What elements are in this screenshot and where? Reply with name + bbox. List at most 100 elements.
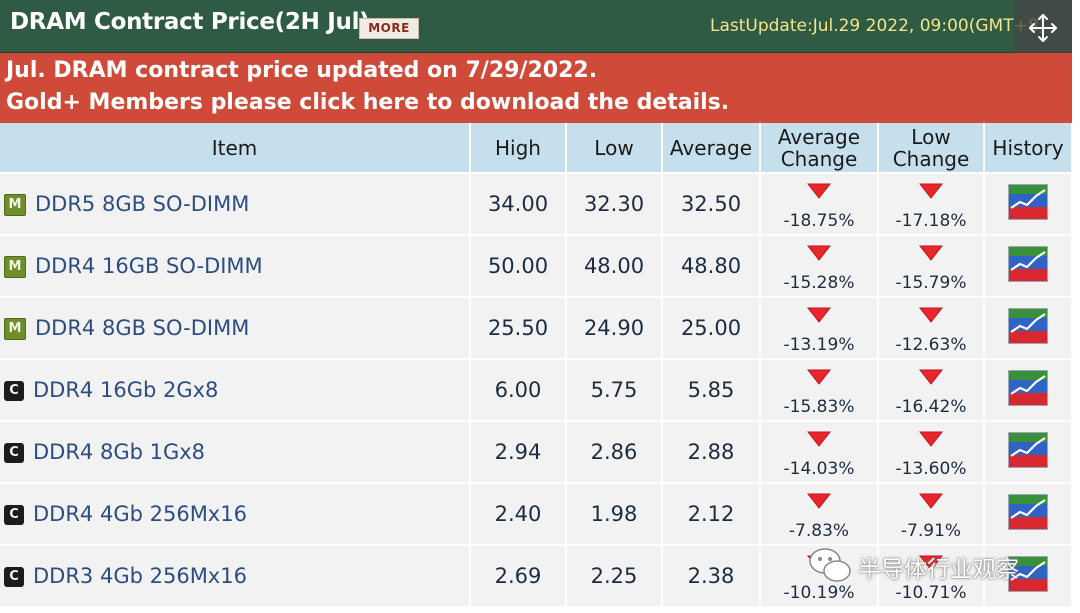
history-chart-icon[interactable] (1008, 183, 1048, 225)
average-change-value: -18.75% (783, 211, 855, 231)
move-arrows-icon (1029, 14, 1057, 42)
history-chart-icon[interactable] (1008, 493, 1048, 535)
down-arrow-icon (918, 490, 944, 514)
high-cell: 34.00 (470, 172, 567, 235)
item-link[interactable]: M DDR5 8GB SO-DIMM (0, 172, 471, 235)
col-header-low: Low (566, 123, 663, 173)
down-arrow-icon (806, 428, 832, 452)
chip-icon: C (4, 381, 24, 401)
module-icon: M (4, 318, 26, 340)
move-handle[interactable] (1014, 0, 1072, 56)
low-change-value: -17.18% (895, 211, 967, 231)
average-cell: 5.85 (662, 358, 761, 421)
history-cell (984, 482, 1073, 545)
item-link[interactable]: M DDR4 8GB SO-DIMM (0, 296, 471, 359)
more-button[interactable]: MORE (359, 18, 419, 39)
average-cell: 2.12 (662, 482, 761, 545)
history-chart-icon[interactable] (1008, 369, 1048, 411)
low-change-cell: -17.18% (878, 172, 985, 235)
low-cell: 32.30 (566, 172, 663, 235)
update-banner-link[interactable]: Jul. DRAM contract price updated on 7/29… (0, 53, 1072, 123)
col-header-low-change: Low Change (878, 123, 985, 173)
item-link[interactable]: C DDR3 4Gb 256Mx16 (0, 544, 471, 606)
average-change-cell: -13.19% (760, 296, 879, 359)
item-name: DDR3 4Gb 256Mx16 (33, 564, 247, 588)
down-arrow-icon (806, 242, 832, 266)
history-cell (984, 296, 1073, 359)
item-link[interactable]: C DDR4 16Gb 2Gx8 (0, 358, 471, 421)
down-arrow-icon (806, 366, 832, 390)
average-change-value: -7.83% (788, 521, 850, 541)
down-arrow-icon (918, 304, 944, 328)
chip-icon: C (4, 567, 24, 587)
history-cell (984, 358, 1073, 421)
low-cell: 48.00 (566, 234, 663, 297)
table-row: C DDR4 16Gb 2Gx8 6.00 5.75 5.85 -15.83% -16.42… (0, 358, 1073, 421)
low-change-value: -16.42% (895, 397, 967, 417)
high-cell: 2.40 (470, 482, 567, 545)
average-change-value: -15.83% (783, 397, 855, 417)
item-name: DDR4 8GB SO-DIMM (35, 316, 250, 340)
low-change-cell: -15.79% (878, 234, 985, 297)
low-change-cell: -12.63% (878, 296, 985, 359)
low-change-cell: -13.60% (878, 420, 985, 483)
high-cell: 6.00 (470, 358, 567, 421)
low-change-cell: -16.42% (878, 358, 985, 421)
item-link[interactable]: C DDR4 8Gb 1Gx8 (0, 420, 471, 483)
col-header-average: Average (662, 123, 761, 173)
low-cell: 2.86 (566, 420, 663, 483)
low-cell: 1.98 (566, 482, 663, 545)
widget-header: DRAM Contract Price(2H Jul) MORE LastUpd… (0, 0, 1072, 56)
history-chart-icon[interactable] (1008, 245, 1048, 287)
average-change-cell: -7.83% (760, 482, 879, 545)
last-update-text: LastUpdate:Jul.29 2022, 09:00(GMT+8) (710, 16, 1046, 36)
item-name: DDR4 8Gb 1Gx8 (33, 440, 206, 464)
table-header-row: Item High Low Average Average Change Low… (0, 123, 1073, 173)
average-cell: 32.50 (662, 172, 761, 235)
average-change-value: -14.03% (783, 459, 855, 479)
low-change-value: -12.63% (895, 335, 967, 355)
high-cell: 2.69 (470, 544, 567, 606)
history-chart-icon[interactable] (1008, 431, 1048, 473)
down-arrow-icon (806, 304, 832, 328)
chat-bubble-icon (809, 548, 851, 582)
history-chart-icon[interactable] (1008, 307, 1048, 349)
col-header-high: High (470, 123, 567, 173)
low-cell: 24.90 (566, 296, 663, 359)
down-arrow-icon (918, 180, 944, 204)
high-cell: 50.00 (470, 234, 567, 297)
low-change-cell: -7.91% (878, 482, 985, 545)
history-cell (984, 172, 1073, 235)
watermark: 半导体行业观察 (806, 544, 1064, 588)
low-change-value: -13.60% (895, 459, 967, 479)
module-icon: M (4, 256, 26, 278)
down-arrow-icon (918, 428, 944, 452)
chip-icon: C (4, 443, 24, 463)
table-row: M DDR5 8GB SO-DIMM 34.00 32.30 32.50 -18.75% -… (0, 172, 1073, 235)
average-cell: 2.88 (662, 420, 761, 483)
average-cell: 48.80 (662, 234, 761, 297)
down-arrow-icon (918, 242, 944, 266)
col-header-history: History (984, 123, 1073, 173)
down-arrow-icon (918, 366, 944, 390)
average-cell: 25.00 (662, 296, 761, 359)
item-link[interactable]: M DDR4 16GB SO-DIMM (0, 234, 471, 297)
dram-price-widget: DRAM Contract Price(2H Jul) MORE LastUpd… (0, 0, 1080, 613)
item-link[interactable]: C DDR4 4Gb 256Mx16 (0, 482, 471, 545)
average-cell: 2.38 (662, 544, 761, 606)
item-name: DDR4 4Gb 256Mx16 (33, 502, 247, 526)
low-change-value: -15.79% (895, 273, 967, 293)
average-change-cell: -15.83% (760, 358, 879, 421)
down-arrow-icon (806, 180, 832, 204)
high-cell: 25.50 (470, 296, 567, 359)
average-change-cell: -15.28% (760, 234, 879, 297)
down-arrow-icon (806, 490, 832, 514)
history-cell (984, 234, 1073, 297)
average-change-cell: -18.75% (760, 172, 879, 235)
item-name: DDR5 8GB SO-DIMM (35, 192, 250, 216)
low-cell: 2.25 (566, 544, 663, 606)
widget-title: DRAM Contract Price(2H Jul) (10, 9, 370, 35)
col-header-average-change: Average Change (760, 123, 879, 173)
average-change-value: -15.28% (783, 273, 855, 293)
average-change-cell: -14.03% (760, 420, 879, 483)
